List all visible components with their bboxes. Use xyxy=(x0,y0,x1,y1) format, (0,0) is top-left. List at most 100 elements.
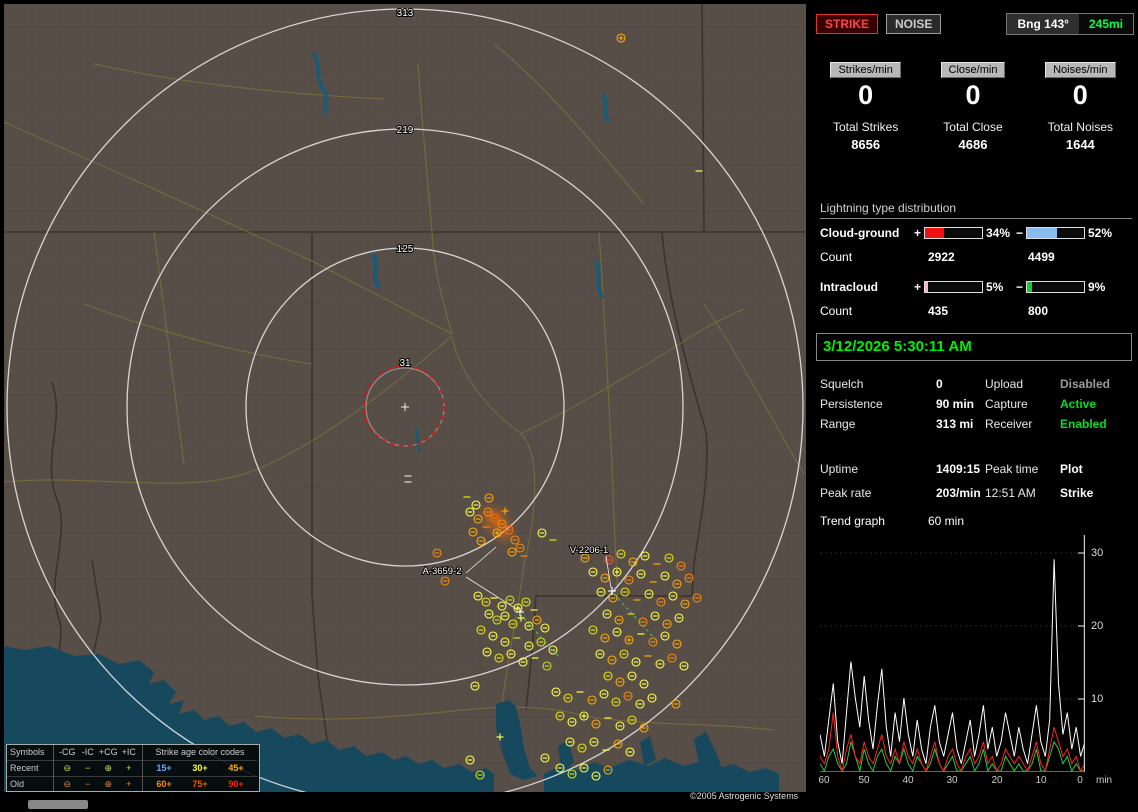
intracloud-count-row: Count 435 800 xyxy=(812,304,1138,320)
uptime-value: 1409:15 xyxy=(936,462,980,476)
ring-label-313: 313 xyxy=(397,8,414,19)
capture-label: Capture xyxy=(985,397,1028,411)
cg-plus-bar xyxy=(924,227,983,239)
stats-row: Uptime 1409:15 Peak time Plot xyxy=(812,462,1138,478)
receiver-status: Enabled xyxy=(1060,417,1107,431)
peak-time-label: Peak time xyxy=(985,462,1038,476)
cg-plus-count: 2922 xyxy=(928,250,955,264)
date-time-display: 3/12/2026 5:30:11 AM xyxy=(816,333,1132,361)
cg-minus-icon: ⊖ xyxy=(57,761,78,776)
age-code: 30+ xyxy=(182,761,218,776)
status-row: Range 313 mi Receiver Enabled xyxy=(812,417,1138,433)
storm-cell-label-a: A-3659-2 xyxy=(422,566,461,577)
copyright-text: ©2005 Astrogenic Systems xyxy=(690,791,798,801)
trend-y-tick: 10 xyxy=(1091,693,1103,705)
taskbar-fragment xyxy=(28,800,88,809)
ic-plus-count: 435 xyxy=(928,304,948,318)
peak-rate-label: Peak rate xyxy=(820,486,871,500)
cg-plus-icon: ⊕ xyxy=(98,761,119,776)
rate-counters: Strikes/min 0 Total Strikes 8656 Close/m… xyxy=(812,62,1134,152)
age-code: 15+ xyxy=(146,761,182,776)
peak-rate-value: 203/min xyxy=(936,486,981,500)
trend-graph-label: Trend graph xyxy=(820,514,885,528)
upload-label: Upload xyxy=(985,377,1023,391)
map-graphics: 313 219 125 31 A-3659-2 V-2206-1 xyxy=(4,4,806,792)
trend-x-tick: 10 xyxy=(1035,775,1046,786)
trend-x-tick: 30 xyxy=(946,775,957,786)
bearing-readout: Bng 143° 245mi xyxy=(1006,13,1134,35)
cg-plus-pct: 34% xyxy=(986,226,1010,240)
trend-window-value: 60 min xyxy=(928,514,964,528)
plot-label: Plot xyxy=(1060,462,1083,476)
bearing-distance: 245mi xyxy=(1079,14,1133,34)
age-code: 75+ xyxy=(182,777,218,792)
squelch-label: Squelch xyxy=(820,377,863,391)
squelch-value: 0 xyxy=(936,377,943,391)
trend-x-tick: 20 xyxy=(991,775,1002,786)
intracloud-label: Intracloud xyxy=(820,280,878,294)
plot-value: Strike xyxy=(1060,486,1093,500)
ic-plus-icon: + xyxy=(119,777,140,792)
trend-x-tick: 50 xyxy=(858,775,869,786)
strikes-per-min-button[interactable]: Strikes/min xyxy=(830,62,900,78)
minus-sign: − xyxy=(1016,226,1023,240)
trend-y-tick: 20 xyxy=(1091,620,1103,632)
map-canvas[interactable]: 313 219 125 31 A-3659-2 V-2206-1 S xyxy=(4,4,806,792)
trend-x-unit: min xyxy=(1096,775,1112,786)
cloud-ground-label: Cloud-ground xyxy=(820,226,899,240)
trend-x-tick: 0 xyxy=(1077,775,1083,786)
legend-type-header: -CG xyxy=(57,745,78,760)
distribution-title: Lightning type distribution xyxy=(820,201,1132,219)
age-code: 45+ xyxy=(218,761,254,776)
cloud-ground-row: Cloud-ground + 34% − 52% xyxy=(812,226,1138,242)
legend-type-header: -IC xyxy=(78,745,99,760)
cg-minus-pct: 52% xyxy=(1088,226,1112,240)
count-label: Count xyxy=(820,304,852,318)
legend-age-header: Strike age color codes xyxy=(143,745,257,761)
cg-plus-icon: ⊕ xyxy=(98,777,119,792)
legend-symbols-header: Symbols xyxy=(7,745,53,761)
uptime-label: Uptime xyxy=(820,462,858,476)
plus-sign: + xyxy=(914,280,921,294)
total-close-label: Total Close xyxy=(919,120,1026,134)
ic-minus-icon: − xyxy=(78,761,99,776)
plus-sign: + xyxy=(914,226,921,240)
legend-old-label: Old xyxy=(7,777,53,792)
side-panel: STRIKE NOISE Bng 143° 245mi Strikes/min … xyxy=(812,0,1138,812)
persistence-value: 90 min xyxy=(936,397,974,411)
capture-status: Active xyxy=(1060,397,1096,411)
mode-toolbar: STRIKE NOISE Bng 143° 245mi xyxy=(816,13,1134,35)
ic-minus-bar xyxy=(1026,281,1085,293)
noises-per-min-button[interactable]: Noises/min xyxy=(1045,62,1115,78)
legend-type-header: +CG xyxy=(98,745,119,760)
status-row: Persistence 90 min Capture Active xyxy=(812,397,1138,413)
cloud-ground-count-row: Count 2922 4499 xyxy=(812,250,1138,266)
legend-type-header: +IC xyxy=(119,745,140,760)
range-value: 313 mi xyxy=(936,417,973,431)
close-per-min-button[interactable]: Close/min xyxy=(941,62,1006,78)
age-code: 90+ xyxy=(218,777,254,792)
status-row: Squelch 0 Upload Disabled xyxy=(812,377,1138,393)
strikes-per-min-value: 0 xyxy=(812,81,919,109)
total-close-value: 4686 xyxy=(919,137,1026,152)
total-noises-label: Total Noises xyxy=(1027,120,1134,134)
trend-graph xyxy=(820,535,1086,773)
bearing-label: Bng 143° xyxy=(1007,17,1078,31)
trend-y-tick: 30 xyxy=(1091,547,1103,559)
persistence-label: Persistence xyxy=(820,397,883,411)
ic-minus-count: 800 xyxy=(1028,304,1048,318)
total-strikes-value: 8656 xyxy=(812,137,919,152)
cg-minus-icon: ⊖ xyxy=(57,777,78,792)
intracloud-row: Intracloud + 5% − 9% xyxy=(812,280,1138,296)
total-noises-value: 1644 xyxy=(1027,137,1134,152)
noise-mode-button[interactable]: NOISE xyxy=(886,14,941,34)
ring-label-219: 219 xyxy=(397,125,414,136)
ring-label-31: 31 xyxy=(399,358,411,369)
ic-plus-pct: 5% xyxy=(986,280,1003,294)
peak-time-value: 12:51 AM xyxy=(985,486,1036,500)
receiver-label: Receiver xyxy=(985,417,1032,431)
trend-x-tick: 60 xyxy=(818,775,829,786)
stats-row: Peak rate 203/min 12:51 AM Strike xyxy=(812,486,1138,502)
total-strikes-label: Total Strikes xyxy=(812,120,919,134)
strike-mode-button[interactable]: STRIKE xyxy=(816,14,878,34)
